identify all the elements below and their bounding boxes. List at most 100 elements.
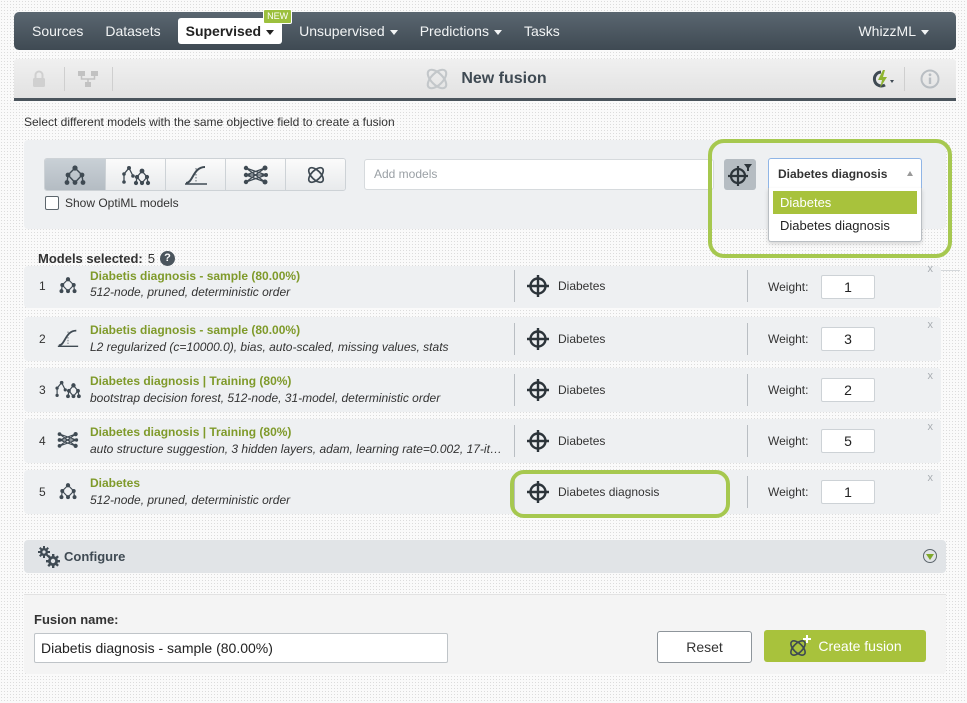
chevron-down-icon <box>921 29 929 35</box>
model-name-link[interactable]: Diabetes diagnosis | Training (80%) <box>90 425 291 439</box>
create-fusion-button[interactable]: Create fusion <box>764 630 926 662</box>
chevron-down-icon <box>266 29 275 35</box>
model-name-link[interactable]: Diabetis diagnosis - sample (80.00%) <box>90 323 300 337</box>
nav-supervised[interactable]: Supervised NEW <box>177 9 293 44</box>
target-icon <box>526 480 550 504</box>
model-objective: Diabetes diagnosis <box>526 480 659 504</box>
divider <box>514 323 515 355</box>
chevron-up-icon <box>907 171 913 176</box>
model-row-number: 2 <box>39 332 46 346</box>
model-name-link[interactable]: Diabetes <box>90 476 140 490</box>
configure-title: Configure <box>64 549 126 564</box>
filter-deepnets-button[interactable] <box>225 159 285 190</box>
model-objective-label: Diabetes diagnosis <box>558 485 660 499</box>
model-objective-label: Diabetes <box>558 332 606 346</box>
model-objective: Diabetes <box>526 378 605 402</box>
weight-label: Weight: <box>768 280 809 294</box>
nav-sources[interactable]: Sources <box>21 18 94 44</box>
nav-datasets[interactable]: Datasets <box>94 18 171 44</box>
model-row-number: 5 <box>39 485 46 499</box>
create-fusion-label: Create fusion <box>818 638 902 654</box>
weight-input[interactable]: 2 <box>821 378 875 402</box>
nav-whizzml-label: WhizzML <box>858 23 916 39</box>
divider <box>514 476 515 508</box>
show-optiml-checkbox[interactable] <box>45 196 59 210</box>
automation-menu-button[interactable] <box>862 59 902 98</box>
model-row: 3 Diabetes diagnosis | Training (80%) bo… <box>24 368 941 412</box>
divider <box>747 476 748 508</box>
fusion-icon <box>305 164 327 186</box>
model-icon <box>63 164 87 186</box>
help-icon[interactable]: ? <box>160 251 175 266</box>
nav-whizzml[interactable]: WhizzML <box>847 18 940 44</box>
model-row-number: 4 <box>39 434 46 448</box>
model-row-number: 1 <box>39 279 46 293</box>
nav-supervised-label: Supervised <box>185 23 262 39</box>
remove-model-button[interactable]: x <box>928 319 934 331</box>
weight-input[interactable]: 3 <box>821 327 875 351</box>
model-objective: Diabetes <box>526 429 605 453</box>
models-selected-header: Models selected: 5 ? <box>38 251 175 266</box>
objective-field-select[interactable]: Diabetes diagnosis <box>768 158 922 189</box>
model-name-link[interactable]: Diabetis diagnosis - sample (80.00%) <box>90 269 300 283</box>
divider <box>514 270 515 302</box>
create-fusion-icon <box>790 635 812 656</box>
model-objective-label: Diabetes <box>558 279 606 293</box>
objective-filter-button[interactable] <box>724 159 756 190</box>
nav-predictions-label: Predictions <box>419 23 489 39</box>
nav-sources-label: Sources <box>32 23 84 39</box>
toolbar-divider <box>904 67 905 91</box>
filter-ensembles-button[interactable] <box>105 159 165 190</box>
chevron-down-icon <box>493 29 502 35</box>
remove-model-button[interactable]: x <box>928 472 934 484</box>
nav-unsupervised[interactable]: Unsupervised <box>288 18 409 44</box>
nav-predictions[interactable]: Predictions <box>409 18 513 44</box>
expand-toggle-icon[interactable] <box>923 549 937 563</box>
gears-icon <box>38 546 60 568</box>
objective-field-dropdown: Diabetes Diabetes diagnosis <box>768 188 922 242</box>
remove-model-button[interactable]: x <box>928 370 934 382</box>
reset-button[interactable]: Reset <box>657 631 752 663</box>
filter-models-button[interactable] <box>45 159 105 190</box>
model-description: L2 regularized (c=10000.0), bias, auto-s… <box>90 340 449 354</box>
show-optiml-toggle[interactable]: Show OptiML models <box>45 196 179 210</box>
logistic-regression-icon <box>56 327 80 349</box>
fusion-icon <box>423 65 451 93</box>
model-row: 5 Diabetes 512-node, pruned, determinist… <box>24 470 941 514</box>
filter-fusions-button[interactable] <box>285 159 345 190</box>
weight-input[interactable]: 1 <box>821 480 875 504</box>
nav-tasks-label: Tasks <box>523 23 560 39</box>
divider <box>514 374 515 406</box>
target-icon <box>526 274 550 298</box>
deepnet-icon <box>243 164 269 186</box>
model-name-link[interactable]: Diabetes diagnosis | Training (80%) <box>90 374 291 388</box>
divider <box>747 323 748 355</box>
divider <box>747 374 748 406</box>
objective-option-diabetes-diagnosis[interactable]: Diabetes diagnosis <box>773 214 917 237</box>
model-objective-label: Diabetes <box>558 383 606 397</box>
model-row-number: 3 <box>39 383 46 397</box>
nav-datasets-label: Datasets <box>105 23 161 39</box>
model-description: bootstrap decision forest, 512-node, 31-… <box>90 391 441 405</box>
refresh-lightning-icon <box>872 69 894 88</box>
logistic-regression-icon <box>183 164 209 186</box>
weight-input[interactable]: 1 <box>821 275 875 299</box>
chevron-down-icon <box>389 29 398 35</box>
fusion-name-input[interactable]: Diabetis diagnosis - sample (80.00%) <box>34 633 448 663</box>
model-objective: Diabetes <box>526 327 605 351</box>
configure-panel-header[interactable]: Configure <box>24 540 946 573</box>
remove-model-button[interactable]: x <box>928 421 934 433</box>
objective-field-selected-value: Diabetes diagnosis <box>778 167 888 181</box>
info-button[interactable] <box>911 59 949 98</box>
model-description: 512-node, pruned, deterministic order <box>90 493 291 507</box>
add-models-input[interactable]: Add models <box>364 159 714 190</box>
objective-option-diabetes[interactable]: Diabetes <box>773 191 917 214</box>
weight-label: Weight: <box>768 332 809 346</box>
weight-input[interactable]: 5 <box>821 429 875 453</box>
deepnet-icon <box>56 429 80 451</box>
nav-tasks[interactable]: Tasks <box>513 18 571 44</box>
model-row: 2 Diabetis diagnosis - sample (80.00%) L… <box>24 317 941 361</box>
remove-model-button[interactable]: x <box>928 263 934 275</box>
filter-logistic-regressions-button[interactable] <box>165 159 225 190</box>
page-title: New fusion <box>461 69 547 87</box>
